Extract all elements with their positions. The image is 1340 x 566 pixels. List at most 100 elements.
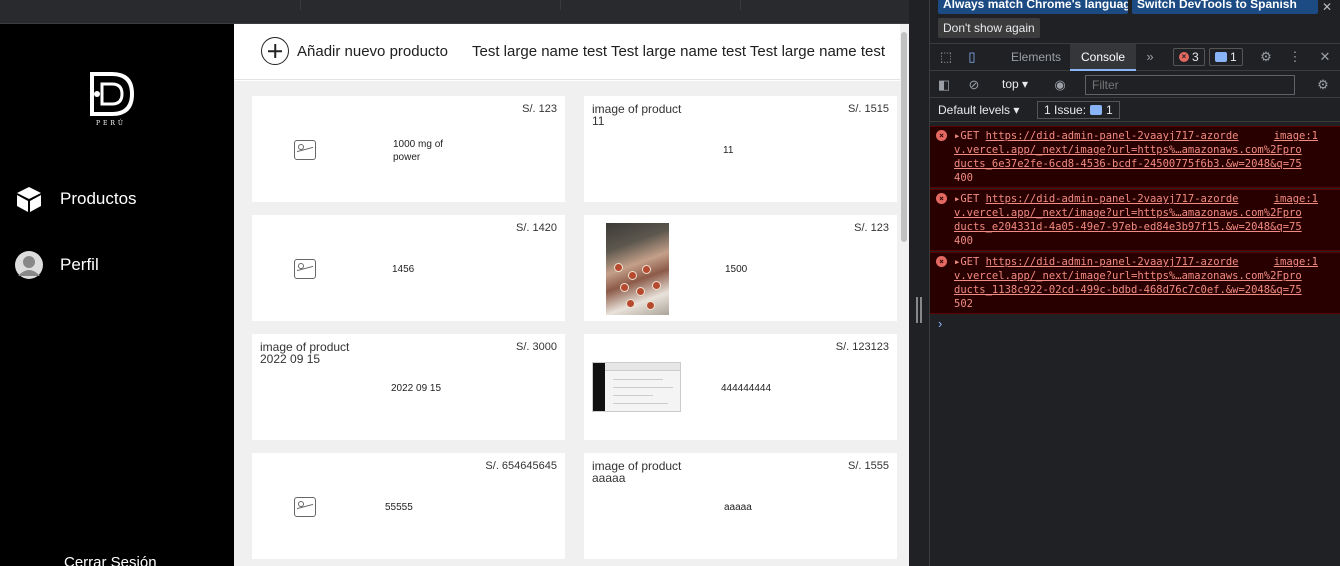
message-icon	[1215, 52, 1227, 62]
image-placeholder-icon	[294, 140, 316, 160]
product-name: 1000 mg of power	[393, 139, 444, 163]
match-language-button[interactable]: Always match Chrome's language	[938, 0, 1128, 14]
console-prompt-icon[interactable]: ›	[938, 316, 942, 331]
console-toolbar: ◧ ⊘ top ▾ ◉ ⚙	[930, 72, 1340, 98]
error-url[interactable]: https://did-admin-panel-2vaayj717-azorde	[986, 193, 1239, 205]
product-card[interactable]: image of product aaaaa aaaaa S/. 1555	[584, 453, 897, 559]
devtools-tabbar: ⬚ ▯ Elements Console » × 3 1 ⚙ ⋮ ✕	[930, 44, 1340, 71]
drag-grip-icon	[916, 297, 922, 323]
log-levels-dropdown[interactable]: Default levels ▾	[938, 103, 1019, 117]
settings-gear-icon[interactable]: ⚙	[1258, 49, 1274, 65]
product-card[interactable]: 1500 S/. 123	[584, 215, 897, 321]
product-price: S/. 1515	[848, 103, 889, 115]
switch-spanish-button[interactable]: Switch DevTools to Spanish	[1132, 0, 1318, 14]
product-screenshot-thumb	[592, 362, 681, 412]
tab-console[interactable]: Console	[1070, 44, 1137, 71]
kebab-menu-icon[interactable]: ⋮	[1287, 49, 1303, 65]
close-icon[interactable]: ✕	[1322, 0, 1332, 14]
error-url[interactable]: https://did-admin-panel-2vaayj717-azorde	[986, 256, 1239, 268]
clear-console-icon[interactable]: ⊘	[966, 77, 982, 93]
error-source-link[interactable]: image:1	[1274, 192, 1318, 206]
strip-divider	[560, 0, 561, 10]
product-name: aaaaa	[724, 502, 752, 513]
filter-input[interactable]	[1085, 75, 1295, 95]
broken-image-alt: image of product 2022 09 15	[260, 340, 350, 366]
browser-top-strip	[0, 0, 929, 24]
console-error-row[interactable]: × ▸GET https://did-admin-panel-2vaayj717…	[930, 126, 1340, 188]
broken-image-alt: image of product 11	[592, 102, 682, 128]
request-method: GET	[960, 193, 980, 205]
add-product-label: Añadir nuevo producto	[297, 42, 448, 60]
devtools-panel: Always match Chrome's language Switch De…	[930, 0, 1340, 566]
sidebar-toggle-icon[interactable]: ◧	[936, 77, 952, 93]
error-source-link[interactable]: image:1	[1274, 255, 1318, 269]
dont-show-again-button[interactable]: Don't show again	[938, 18, 1040, 38]
error-icon: ×	[936, 256, 947, 267]
error-url[interactable]: ducts_1138c922-02cd-499c-bdbd-468d76c7c0…	[954, 284, 1302, 296]
add-product-button[interactable]: Añadir nuevo producto	[261, 37, 448, 65]
plus-circle-icon	[261, 37, 289, 65]
language-infobar: Always match Chrome's language Switch De…	[930, 0, 1340, 44]
product-card[interactable]: 444444444 S/. 123123	[584, 334, 897, 440]
box-icon	[17, 187, 41, 212]
inspect-element-icon[interactable]: ⬚	[938, 49, 954, 65]
product-price: S/. 654645645	[485, 460, 557, 472]
sidebar-item-perfil[interactable]: Perfil	[14, 250, 99, 280]
logout-link[interactable]: Cerrar Sesión	[64, 554, 157, 566]
product-name: 1456	[392, 264, 415, 275]
product-name: 444444444	[721, 383, 772, 394]
product-card[interactable]: image of product 2022 09 15 2022 09 15 S…	[252, 334, 565, 440]
product-price: S/. 3000	[516, 341, 557, 353]
context-selector[interactable]: top ▾	[1002, 77, 1028, 91]
strip-divider	[300, 0, 301, 10]
issue-icon	[1090, 105, 1103, 115]
console-levels-bar: Default levels ▾ 1 Issue: 1	[930, 98, 1340, 122]
product-name: 55555	[385, 502, 413, 513]
more-tabs-icon[interactable]: »	[1142, 49, 1158, 65]
error-source-link[interactable]: image:1	[1274, 129, 1318, 143]
image-placeholder-icon	[294, 259, 316, 279]
error-status: 400	[954, 235, 973, 247]
issues-button[interactable]: 1 Issue: 1	[1037, 101, 1120, 119]
message-count-badge[interactable]: 1	[1209, 48, 1243, 66]
main-header: Añadir nuevo producto Test large name te…	[234, 24, 909, 80]
product-price: S/. 1420	[516, 222, 557, 234]
device-toolbar-icon[interactable]: ▯	[964, 49, 980, 65]
product-card[interactable]: 1000 mg of power S/. 123	[252, 96, 565, 202]
image-placeholder-icon	[294, 497, 316, 517]
product-name: 1500	[725, 264, 748, 275]
product-photo	[606, 223, 669, 315]
main-scrollbar[interactable]	[900, 24, 909, 566]
error-url[interactable]: ducts_e204331d-4a05-49e7-97eb-ed84e3b97f…	[954, 221, 1302, 233]
product-card[interactable]: 55555 S/. 654645645	[252, 453, 565, 559]
console-output: × ▸GET https://did-admin-panel-2vaayj717…	[930, 126, 1340, 315]
product-grid: 1000 mg of power S/. 123 image of produc…	[234, 81, 909, 566]
eye-icon[interactable]: ◉	[1052, 77, 1068, 93]
devtools-resize-handle[interactable]	[909, 0, 930, 566]
console-error-row[interactable]: × ▸GET https://did-admin-panel-2vaayj717…	[930, 189, 1340, 251]
error-url[interactable]: v.vercel.app/_next/image?url=https%…amaz…	[954, 207, 1302, 219]
product-card[interactable]: 1456 S/. 1420	[252, 215, 565, 321]
product-name: 11	[723, 145, 734, 156]
sidebar-item-productos[interactable]: Productos	[14, 184, 137, 214]
console-error-row[interactable]: × ▸GET https://did-admin-panel-2vaayj717…	[930, 252, 1340, 314]
error-count-badge[interactable]: × 3	[1173, 48, 1205, 66]
sidebar-item-label: Productos	[60, 189, 137, 208]
console-settings-icon[interactable]: ⚙	[1315, 77, 1331, 93]
error-icon: ×	[1179, 52, 1189, 62]
close-devtools-icon[interactable]: ✕	[1317, 49, 1333, 65]
levels-label: Default levels	[938, 103, 1011, 117]
error-url[interactable]: ducts_6e37e2fe-6cd8-4536-bcdf-24500775f6…	[954, 158, 1302, 170]
product-price: S/. 123	[854, 222, 889, 234]
error-url[interactable]: v.vercel.app/_next/image?url=https%…amaz…	[954, 144, 1302, 156]
main-content: Añadir nuevo producto Test large name te…	[234, 24, 909, 566]
sidebar: PERÚ Productos Perfil Cerrar Sesión	[0, 24, 234, 566]
logo-subtitle: PERÚ	[96, 120, 126, 127]
product-card[interactable]: image of product 11 11 S/. 1515	[584, 96, 897, 202]
scrollbar-thumb[interactable]	[901, 32, 907, 242]
product-price: S/. 123	[522, 103, 557, 115]
context-label: top	[1002, 77, 1019, 91]
error-url[interactable]: https://did-admin-panel-2vaayj717-azorde	[986, 130, 1239, 142]
error-url[interactable]: v.vercel.app/_next/image?url=https%…amaz…	[954, 270, 1302, 282]
tab-elements[interactable]: Elements	[1000, 44, 1072, 71]
